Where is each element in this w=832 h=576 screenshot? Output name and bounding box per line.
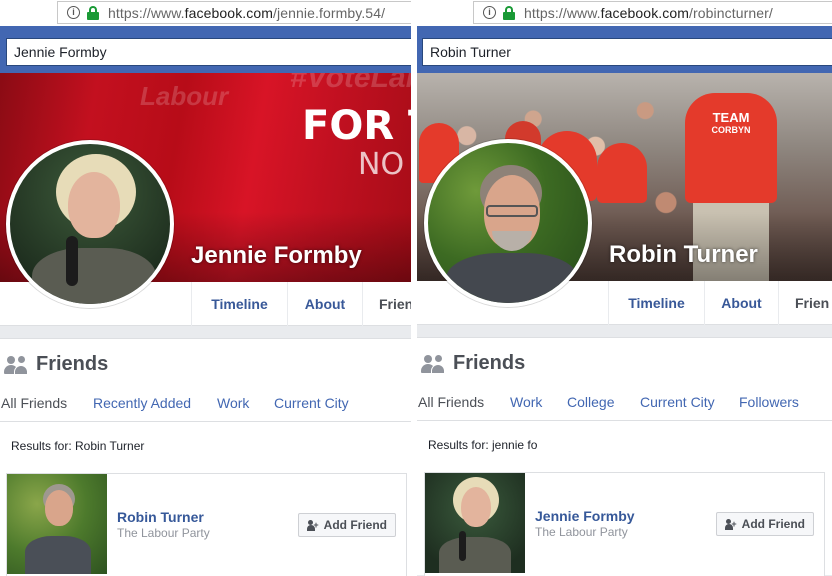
facebook-top-bar: Robin Turner	[417, 26, 832, 73]
left-screenshot: i https://www.facebook.com/jennie.formby…	[0, 0, 411, 576]
tab-about[interactable]: About	[704, 281, 778, 325]
tab-about[interactable]: About	[287, 282, 362, 326]
friends-icon	[421, 353, 445, 374]
add-friend-label: Add Friend	[741, 517, 805, 531]
friend-result-row: Jennie Formby The Labour Party + Add Fri…	[424, 472, 825, 576]
subtab-all-friends[interactable]: All Friends	[418, 394, 484, 410]
add-friend-icon: +	[724, 518, 737, 530]
friends-title: Friends	[36, 353, 109, 375]
profile-name: Robin Turner	[609, 241, 758, 268]
tab-timeline[interactable]: Timeline	[191, 282, 287, 326]
tab-friends[interactable]: Frien	[362, 282, 411, 326]
browser-url-bar: i https://www.facebook.com/robincturner/	[417, 0, 832, 26]
lock-icon	[503, 5, 515, 20]
subtab-all-friends[interactable]: All Friends	[1, 395, 67, 411]
friend-photo[interactable]	[425, 473, 525, 573]
cover-slogan-line1: FOR T	[302, 103, 411, 149]
shirt-text: TEAM CORBYN	[711, 110, 751, 135]
facebook-top-bar: Jennie Formby	[0, 26, 411, 73]
friend-name-link[interactable]: Jennie Formby	[535, 508, 635, 524]
add-friend-button[interactable]: + Add Friend	[297, 513, 396, 537]
profile-avatar[interactable]	[6, 140, 174, 308]
profile-name: Jennie Formby	[191, 242, 362, 269]
microphone	[66, 236, 78, 286]
subtab-current-city[interactable]: Current City	[274, 395, 349, 411]
friends-icon	[4, 354, 28, 375]
friends-section: Friends All Friends Work College Current…	[417, 337, 832, 576]
info-icon[interactable]: i	[67, 6, 80, 19]
add-friend-label: Add Friend	[323, 518, 387, 532]
cover-slogan-line2: NO	[358, 147, 405, 182]
friend-photo[interactable]	[7, 474, 107, 574]
info-icon[interactable]: i	[483, 6, 496, 19]
tab-timeline[interactable]: Timeline	[608, 281, 704, 325]
lock-icon	[87, 5, 99, 20]
address-field[interactable]: i https://www.facebook.com/jennie.formby…	[57, 1, 411, 24]
friend-subtitle: The Labour Party	[117, 526, 210, 540]
subtab-followers[interactable]: Followers	[739, 394, 799, 410]
tab-friends[interactable]: Frien	[778, 281, 832, 325]
address-field[interactable]: i https://www.facebook.com/robincturner/	[473, 1, 832, 24]
url-text: https://www.facebook.com/jennie.formby.5…	[108, 4, 386, 21]
add-friend-button[interactable]: + Add Friend	[715, 512, 814, 536]
friends-title: Friends	[453, 352, 526, 374]
glasses	[486, 205, 538, 217]
friend-name-link[interactable]: Robin Turner	[117, 509, 204, 525]
subtab-current-city[interactable]: Current City	[640, 394, 715, 410]
friends-section: Friends All Friends Recently Added Work …	[0, 338, 411, 576]
friends-header: Friends	[4, 353, 108, 376]
subtab-work[interactable]: Work	[217, 395, 249, 411]
subtab-recently-added[interactable]: Recently Added	[93, 395, 191, 411]
subtab-work[interactable]: Work	[510, 394, 542, 410]
browser-url-bar: i https://www.facebook.com/jennie.formby…	[0, 0, 411, 26]
cover-text-faded-2: Labour	[140, 81, 229, 111]
url-text: https://www.facebook.com/robincturner/	[524, 4, 773, 21]
friends-header: Friends	[421, 352, 525, 375]
add-friend-icon: +	[306, 519, 319, 531]
friend-subtitle: The Labour Party	[535, 525, 628, 539]
search-input[interactable]: Jennie Formby	[6, 38, 411, 66]
results-label: Results for: jennie fo	[428, 438, 538, 452]
cover-text-faded: #VoteLab	[290, 73, 411, 94]
search-input[interactable]: Robin Turner	[422, 38, 832, 66]
friend-result-row: Robin Turner The Labour Party + Add Frie…	[6, 473, 407, 576]
profile-avatar-right[interactable]	[424, 139, 592, 307]
results-label: Results for: Robin Turner	[11, 439, 145, 453]
subtab-college[interactable]: College	[567, 394, 614, 410]
